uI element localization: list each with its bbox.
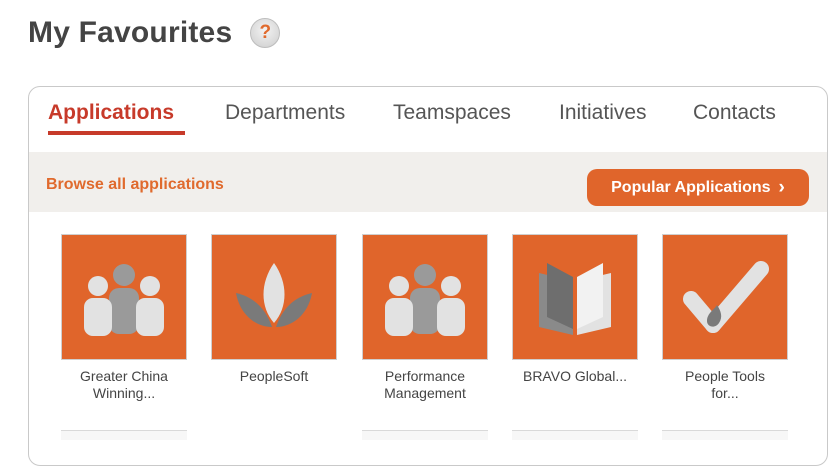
popular-applications-label: Popular Applications — [611, 178, 771, 196]
tab-contacts[interactable]: Contacts — [693, 101, 776, 125]
app-tile-people-tools[interactable]: People Tools for... — [662, 234, 788, 402]
app-tile-bravo-global[interactable]: BRAVO Global... — [512, 234, 638, 385]
app-label: People Tools for... — [685, 368, 765, 401]
app-tile-performance-management[interactable]: Performance Management — [362, 234, 488, 402]
tab-teamspaces[interactable]: Teamspaces — [393, 101, 511, 125]
next-row-tile — [662, 430, 788, 440]
app-label: Performance Management — [384, 368, 466, 401]
browse-all-applications-link[interactable]: Browse all applications — [46, 176, 224, 194]
tab-applications[interactable]: Applications — [48, 101, 174, 125]
app-label: Greater China Winning... — [80, 368, 168, 401]
app-tile-greater-china[interactable]: Greater China Winning... — [61, 234, 187, 402]
active-tab-underline — [48, 131, 185, 135]
popular-applications-button[interactable]: Popular Applications › — [587, 169, 809, 206]
group-icon — [362, 234, 488, 360]
page-header: My Favourites ? — [28, 16, 281, 50]
app-label: BRAVO Global... — [522, 368, 627, 384]
next-row-tile — [512, 430, 638, 440]
app-label: PeopleSoft — [239, 368, 309, 384]
book-icon — [512, 234, 638, 360]
favourites-panel: Applications Departments Teamspaces Init… — [28, 86, 828, 466]
page-title: My Favourites — [28, 16, 233, 49]
help-button[interactable]: ? — [250, 18, 281, 48]
applications-toolbar: Browse all applications Popular Applicat… — [29, 152, 827, 212]
tab-bar: Applications Departments Teamspaces Init… — [29, 87, 827, 152]
checkmark-icon — [662, 234, 788, 360]
tab-departments[interactable]: Departments — [225, 101, 345, 125]
app-tile-peoplesoft[interactable]: PeopleSoft — [211, 234, 337, 385]
next-row-tile — [61, 430, 187, 440]
tab-initiatives[interactable]: Initiatives — [559, 101, 647, 125]
lotus-icon — [211, 234, 337, 360]
group-icon — [61, 234, 187, 360]
applications-grid: Greater China Winning... PeopleSoft Perf… — [29, 212, 827, 465]
next-row-tile — [362, 430, 488, 440]
chevron-right-icon: › — [778, 176, 785, 198]
